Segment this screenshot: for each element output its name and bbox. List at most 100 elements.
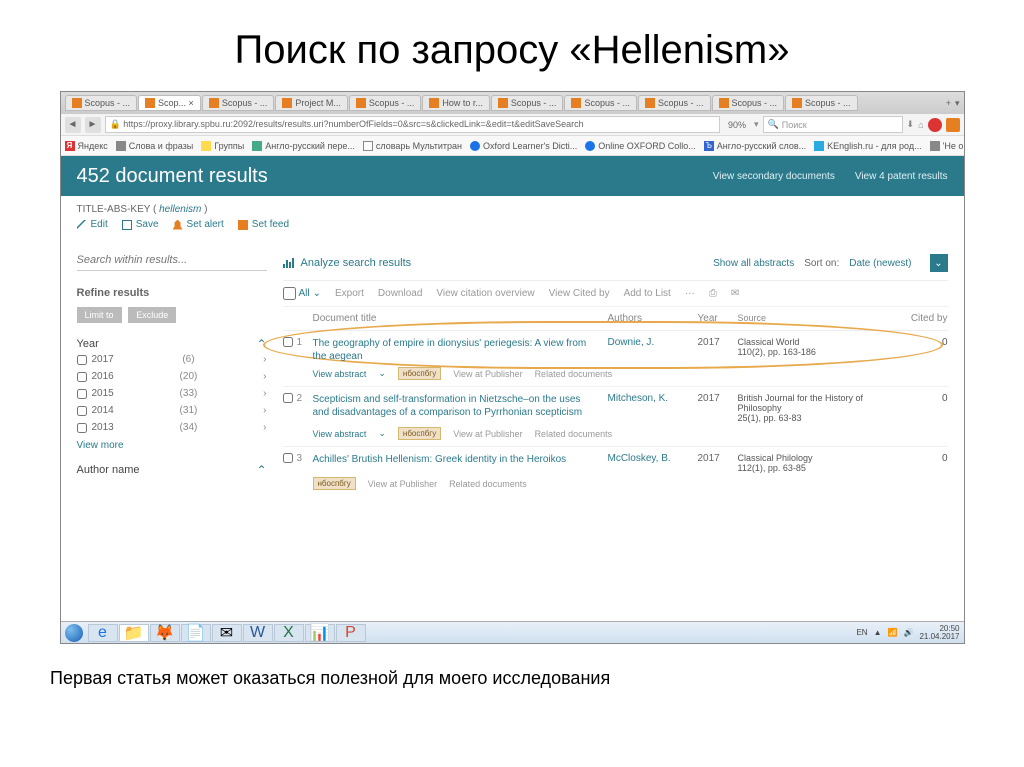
tray-icon[interactable]: ▲: [874, 628, 882, 637]
edit-button[interactable]: Edit: [77, 219, 108, 230]
tab-active[interactable]: Scop... ×: [138, 95, 201, 111]
library-badge[interactable]: нбоспбгу: [313, 477, 356, 490]
sort-dropdown-icon[interactable]: ⌄: [930, 254, 948, 272]
author-link[interactable]: Downie, J.: [608, 337, 698, 363]
doc-title-link[interactable]: Achilles' Brutish Hellenism: Greek ident…: [313, 453, 608, 473]
tab-overflow-icon[interactable]: ▾: [955, 98, 960, 109]
export-button[interactable]: Export: [335, 288, 364, 299]
patent-results-link[interactable]: View 4 patent results: [855, 171, 948, 182]
bookmark[interactable]: KEnglish.ru - для род...: [814, 141, 921, 151]
bookmark[interactable]: ЪАнгло-русский слов...: [704, 141, 806, 151]
tray-lang[interactable]: EN: [856, 628, 867, 637]
zoom-level[interactable]: 90%: [724, 120, 750, 130]
tab[interactable]: Scopus - ...: [491, 95, 564, 111]
email-icon[interactable]: ✉: [731, 288, 739, 299]
bookmark[interactable]: словарь Мультитран: [363, 141, 462, 151]
show-abstracts-link[interactable]: Show all abstracts: [713, 258, 794, 269]
forward-button[interactable]: ►: [85, 117, 101, 133]
bookmark[interactable]: Слова и фразы: [116, 141, 193, 151]
facet-checkbox[interactable]: [77, 389, 87, 399]
adblock-icon[interactable]: [928, 118, 942, 132]
downloads-icon[interactable]: ⬇: [907, 119, 915, 130]
tab[interactable]: How to r...: [422, 95, 490, 111]
select-all-checkbox[interactable]: All ⌄: [283, 287, 322, 300]
more-button[interactable]: ···: [685, 288, 695, 299]
col-source[interactable]: Source: [738, 313, 898, 324]
back-button[interactable]: ◄: [65, 117, 81, 133]
author-link[interactable]: Mitcheson, K.: [608, 393, 698, 423]
facet-checkbox[interactable]: [77, 355, 87, 365]
tab[interactable]: Scopus - ...: [564, 95, 637, 111]
facet-year-header[interactable]: Year⌃: [77, 337, 267, 351]
tray-network-icon[interactable]: 📶: [888, 628, 898, 637]
set-alert-button[interactable]: Set alert: [173, 219, 224, 230]
menu-icon[interactable]: [946, 118, 960, 132]
taskbar-app[interactable]: P: [336, 624, 366, 642]
search-within-input[interactable]: [77, 250, 267, 271]
doc-title-link[interactable]: The geography of empire in dionysius' pe…: [313, 337, 608, 363]
browser-search-input[interactable]: 🔍Поиск: [763, 116, 903, 133]
facet-author-header[interactable]: Author name⌃: [77, 463, 267, 477]
taskbar-app[interactable]: X: [274, 624, 304, 642]
set-feed-button[interactable]: Set feed: [238, 219, 289, 230]
row-checkbox[interactable]: [283, 337, 293, 347]
bookmark[interactable]: Англо-русский пере...: [252, 141, 355, 151]
related-docs-link[interactable]: Related documents: [535, 429, 613, 439]
row-checkbox[interactable]: [283, 453, 293, 463]
analyze-link[interactable]: Analyze search results: [283, 257, 412, 269]
row-checkbox[interactable]: [283, 393, 293, 403]
save-button[interactable]: Save: [122, 219, 159, 230]
col-year[interactable]: Year: [698, 313, 738, 324]
taskbar-app[interactable]: 🦊: [150, 624, 180, 642]
tab[interactable]: Scopus - ...: [712, 95, 785, 111]
facet-checkbox[interactable]: [77, 406, 87, 416]
doc-title-link[interactable]: Scepticism and self-transformation in Ni…: [313, 393, 608, 423]
print-icon[interactable]: ⎙: [709, 288, 717, 299]
tray-sound-icon[interactable]: 🔊: [903, 628, 913, 637]
view-more-link[interactable]: View more: [77, 440, 267, 451]
library-badge[interactable]: нбоспбгу: [398, 427, 441, 440]
tab[interactable]: Scopus - ...: [202, 95, 275, 111]
author-link[interactable]: McCloskey, B.: [608, 453, 698, 473]
url-input[interactable]: 🔒 https://proxy.library.spbu.ru:2092/res…: [105, 116, 720, 133]
citation-overview-button[interactable]: View citation overview: [436, 288, 534, 299]
library-badge[interactable]: нбоспбгу: [398, 367, 441, 380]
taskbar-app[interactable]: 📄: [181, 624, 211, 642]
bookmark[interactable]: ЯЯндекс: [65, 141, 108, 151]
col-authors[interactable]: Authors: [608, 313, 698, 324]
taskbar-app[interactable]: ✉: [212, 624, 242, 642]
tab[interactable]: Project M...: [275, 95, 348, 111]
view-publisher-link[interactable]: View at Publisher: [453, 369, 522, 379]
bookmark[interactable]: Online OXFORD Collo...: [585, 141, 696, 151]
tab[interactable]: Scopus - ...: [638, 95, 711, 111]
home-icon[interactable]: ⌂: [918, 120, 923, 130]
view-abstract-link[interactable]: View abstract: [313, 429, 367, 439]
taskbar-app[interactable]: 📊: [305, 624, 335, 642]
limit-to-button[interactable]: Limit to: [77, 307, 122, 323]
bookmark[interactable]: Oxford Learner's Dicti...: [470, 141, 577, 151]
bookmark[interactable]: Группы: [201, 141, 244, 151]
new-tab-icon[interactable]: +: [946, 98, 951, 109]
view-abstract-link[interactable]: View abstract: [313, 369, 367, 379]
related-docs-link[interactable]: Related documents: [449, 479, 527, 489]
related-docs-link[interactable]: Related documents: [535, 369, 613, 379]
add-to-list-button[interactable]: Add to List: [624, 288, 671, 299]
start-button[interactable]: [65, 624, 83, 642]
facet-row[interactable]: 2015(33)›: [77, 385, 267, 402]
secondary-docs-link[interactable]: View secondary documents: [713, 171, 835, 182]
facet-row[interactable]: 2014(31)›: [77, 402, 267, 419]
col-doc-title[interactable]: Document title: [313, 313, 608, 324]
col-cited-by[interactable]: Cited by: [898, 313, 948, 324]
facet-row[interactable]: 2016(20)›: [77, 368, 267, 385]
reader-icon[interactable]: ▾: [754, 119, 759, 130]
facet-checkbox[interactable]: [77, 372, 87, 382]
view-cited-by-button[interactable]: View Cited by: [549, 288, 610, 299]
taskbar-app[interactable]: 📁: [119, 624, 149, 642]
view-publisher-link[interactable]: View at Publisher: [453, 429, 522, 439]
tab[interactable]: Scopus - ...: [65, 95, 138, 111]
facet-row[interactable]: 2017(6)›: [77, 351, 267, 368]
taskbar-app[interactable]: e: [88, 624, 118, 642]
exclude-button[interactable]: Exclude: [128, 307, 176, 323]
view-publisher-link[interactable]: View at Publisher: [368, 479, 437, 489]
bookmark[interactable]: 'He or she' versus 'the...: [930, 141, 964, 151]
